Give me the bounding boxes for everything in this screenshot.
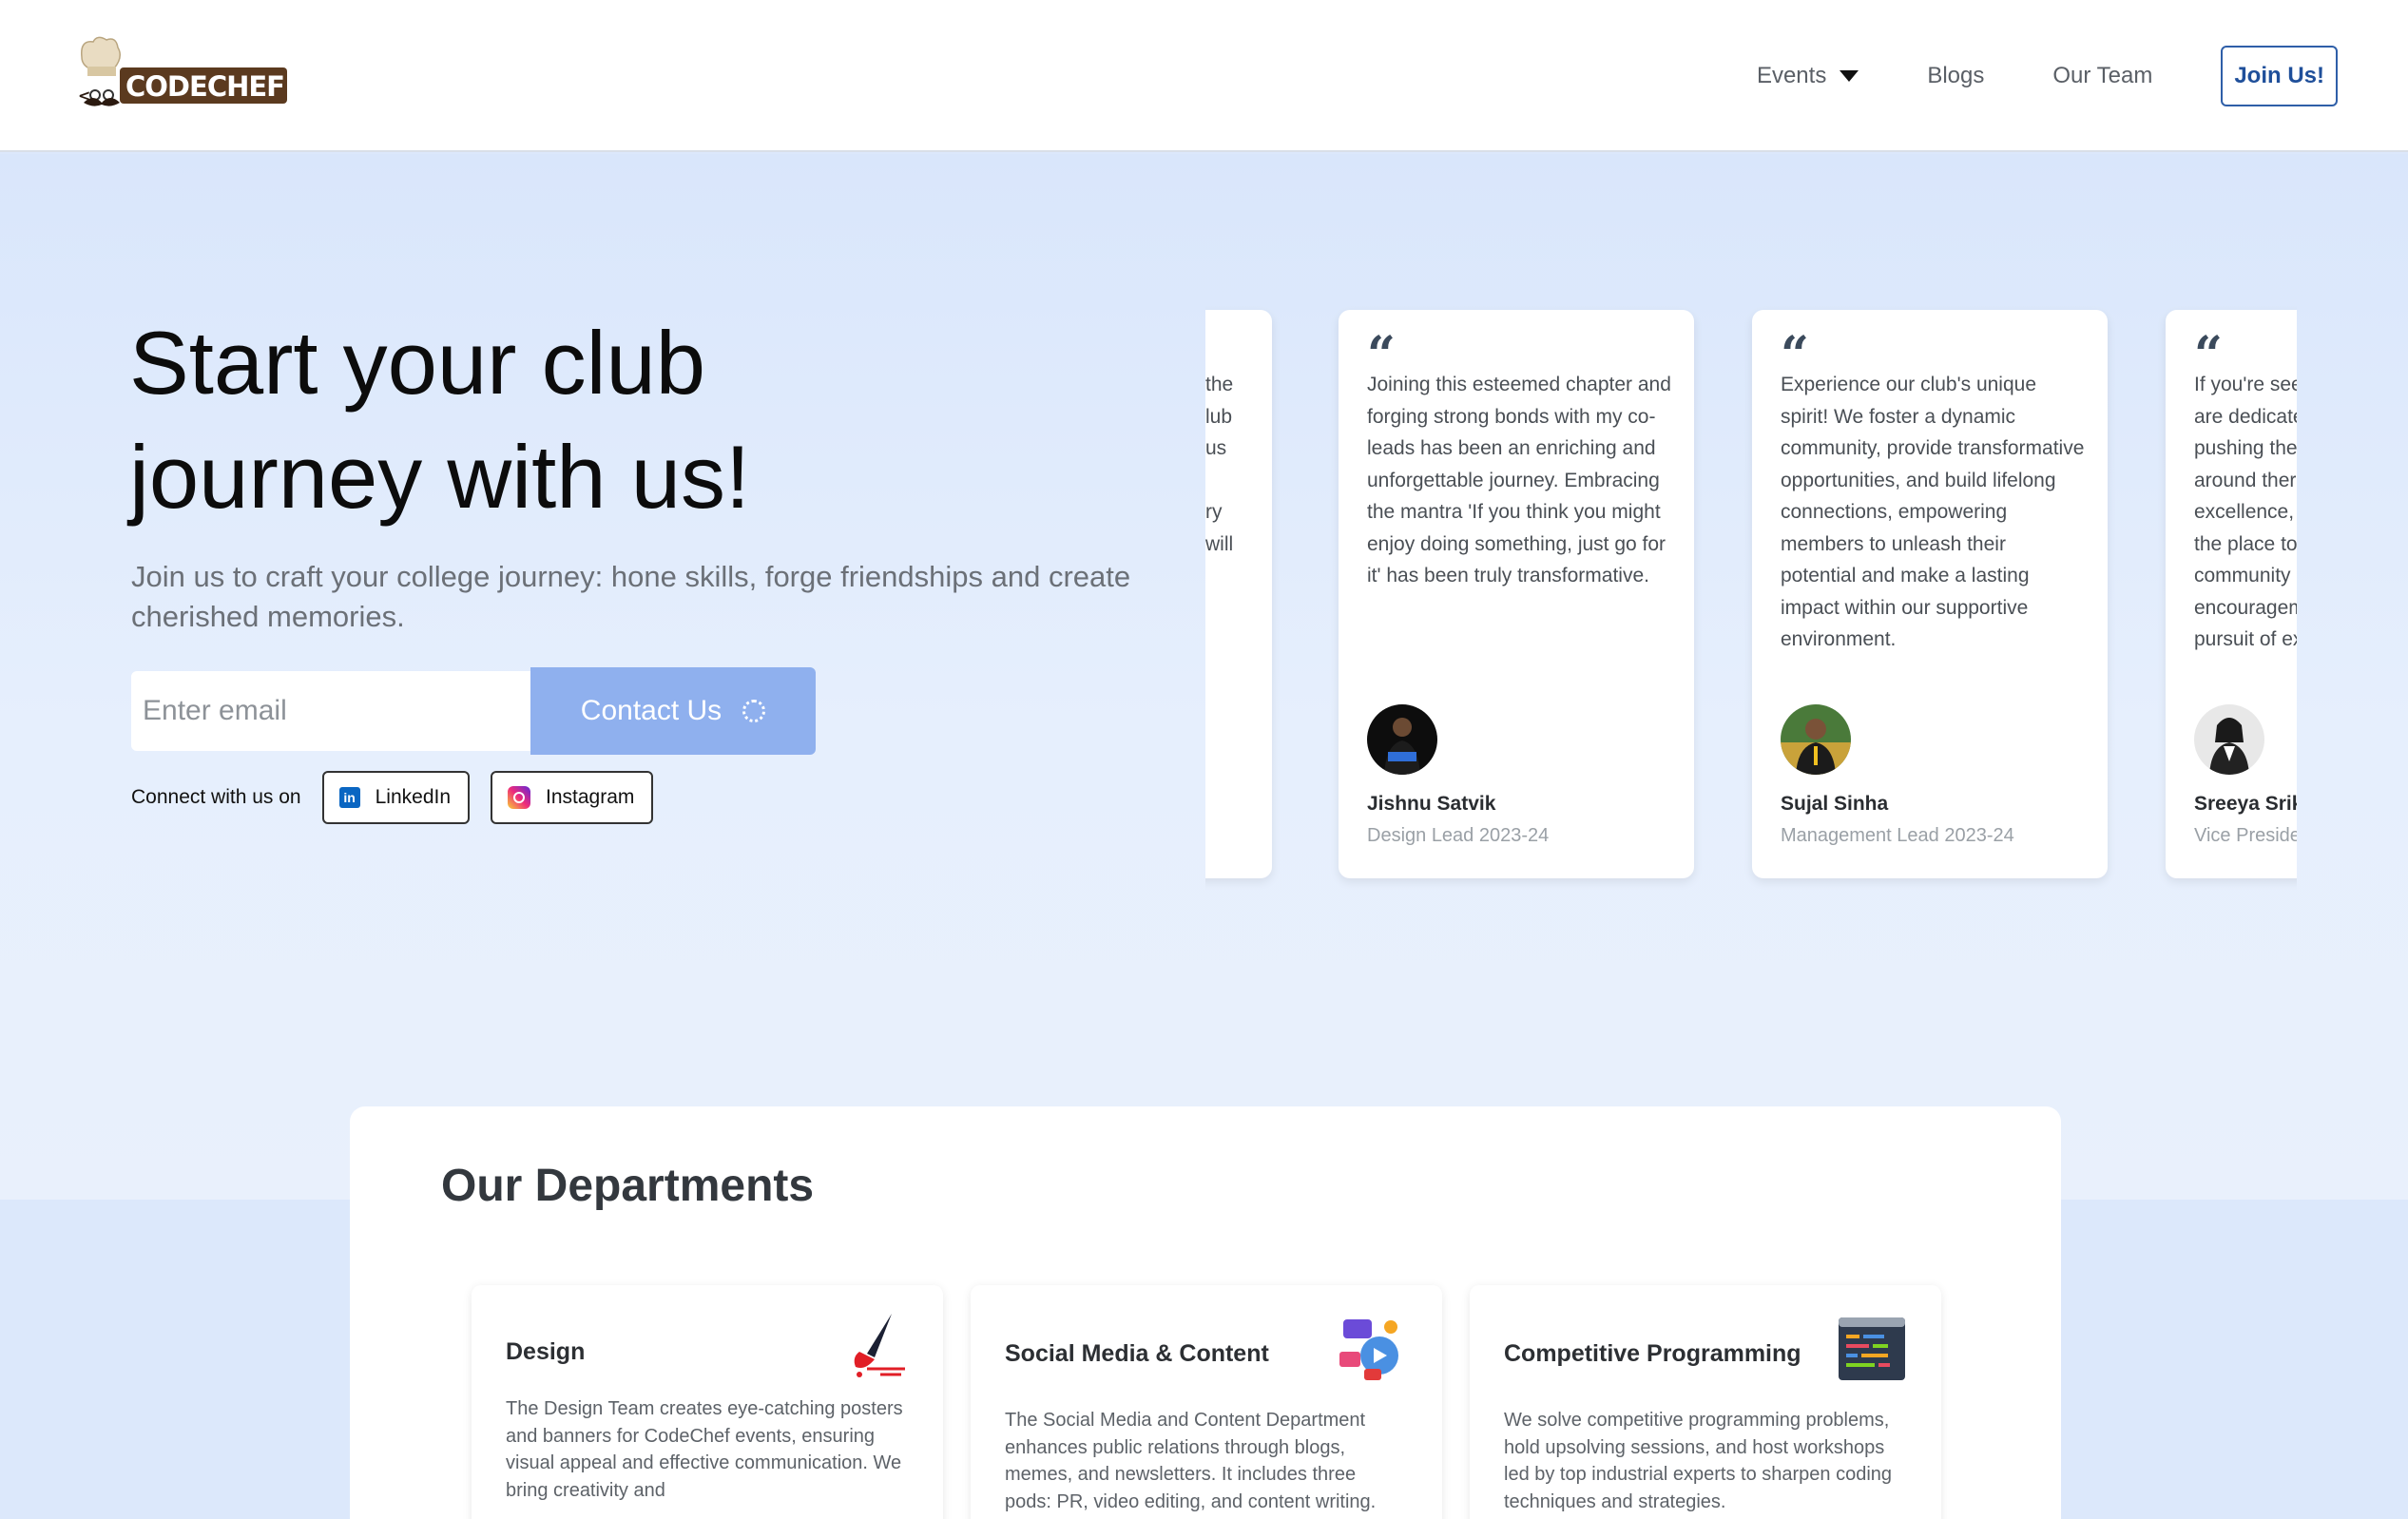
paintbrush-icon <box>854 1314 905 1377</box>
department-card-social-media[interactable]: Social Media & Content The Social Media … <box>971 1285 1442 1519</box>
departments-section: Our Departments Design The Design Team c… <box>350 1106 2061 1519</box>
department-card-design[interactable]: Design The Design Team creates eye-catch… <box>472 1285 943 1519</box>
instagram-label: Instagram <box>546 786 635 808</box>
hero-title: Start your club journey with us! <box>129 306 1175 534</box>
department-card-competitive-programming[interactable]: Competitive Programming We solve competi… <box>1470 1285 1941 1519</box>
contact-us-button[interactable]: Contact Us <box>530 667 816 755</box>
testimonial-role: Design Lead 2023-24 <box>1367 825 1550 846</box>
linkedin-button[interactable]: in LinkedIn <box>321 771 471 824</box>
nav-blogs-link[interactable]: Blogs <box>1927 63 1984 89</box>
contact-us-label: Contact Us <box>580 695 722 726</box>
testimonial-carousel[interactable]: the lub us ry will “ Joining this esteem… <box>1205 306 2297 895</box>
department-description: The Social Media and Content Department … <box>1005 1410 1377 1512</box>
avatar <box>2194 704 2264 775</box>
testimonial-text: Experience our club's unique spirit! We … <box>1781 374 2085 650</box>
social-connect: Connect with us on in LinkedIn Instagram <box>131 770 654 825</box>
loading-spinner-icon <box>742 700 766 722</box>
department-name: Design <box>506 1338 586 1365</box>
join-us-button[interactable]: Join Us! <box>2221 46 2338 106</box>
testimonial-role: Management Lead 2023-24 <box>1781 825 2014 846</box>
testimonial-card-partial: the lub us ry will <box>1205 310 1272 878</box>
email-input[interactable]: Enter email <box>131 671 532 751</box>
svg-text:<: < <box>78 87 90 105</box>
fragment: the <box>1205 374 1234 395</box>
departments-title: Our Departments <box>441 1161 815 1211</box>
hero-section: Start your club journey with us! Join us… <box>0 154 2408 1200</box>
testimonial-partial-text: the lub us ry will <box>1205 369 1233 560</box>
svg-text:CODECHEF: CODECHEF <box>125 70 284 103</box>
connect-label: Connect with us on <box>131 786 301 808</box>
department-name: Social Media & Content <box>1005 1340 1269 1367</box>
hero-subtitle: Join us to craft your college journey: h… <box>131 560 1131 633</box>
department-description: The Design Team creates eye-catching pos… <box>506 1398 903 1501</box>
navbar: < > CODECHEF Events Blogs Our Team Join … <box>0 0 2408 152</box>
testimonial-role: Vice Presiden <box>2194 825 2297 846</box>
testimonial-card: “ Experience our club's unique spirit! W… <box>1752 310 2108 878</box>
department-name: Competitive Programming <box>1504 1340 1801 1367</box>
caret-down-icon <box>1840 70 1859 82</box>
linkedin-label: LinkedIn <box>375 786 452 808</box>
testimonial-name: Sujal Sinha <box>1781 793 1889 815</box>
testimonial-text: Joining this esteemed chapter and forgin… <box>1367 374 1671 586</box>
testimonial-text: If you're see are dedicate pushing the a… <box>2194 374 2297 650</box>
hero-title-line2: journey with us! <box>129 427 751 527</box>
testimonial-name: Sreeya Srika <box>2194 793 2297 815</box>
linkedin-icon: in <box>338 787 360 808</box>
social-media-icon <box>1339 1319 1398 1380</box>
hero-title-line1: Start your club <box>129 313 706 413</box>
nav-events-label: Events <box>1756 63 1827 88</box>
instagram-icon <box>508 786 531 809</box>
fragment: lub <box>1205 405 1233 428</box>
avatar <box>1367 704 1437 775</box>
testimonial-card: “ If you're see are dedicate pushing the… <box>2166 310 2297 878</box>
code-editor-icon <box>1839 1317 1905 1380</box>
department-description: We solve competitive programming problem… <box>1504 1410 1893 1512</box>
fragment: us <box>1205 437 1227 459</box>
testimonial-card: “ Joining this esteemed chapter and forg… <box>1339 310 1694 878</box>
fragment: will <box>1205 532 1234 555</box>
nav-our-team-link[interactable]: Our Team <box>2052 63 2152 89</box>
codechef-logo[interactable]: < > CODECHEF <box>76 36 290 112</box>
nav-events-dropdown[interactable]: Events <box>1757 63 1859 89</box>
fragment <box>1205 465 1233 497</box>
testimonial-name: Jishnu Satvik <box>1367 793 1496 815</box>
avatar <box>1781 704 1851 775</box>
fragment: ry <box>1205 501 1223 523</box>
instagram-button[interactable]: Instagram <box>491 771 654 824</box>
